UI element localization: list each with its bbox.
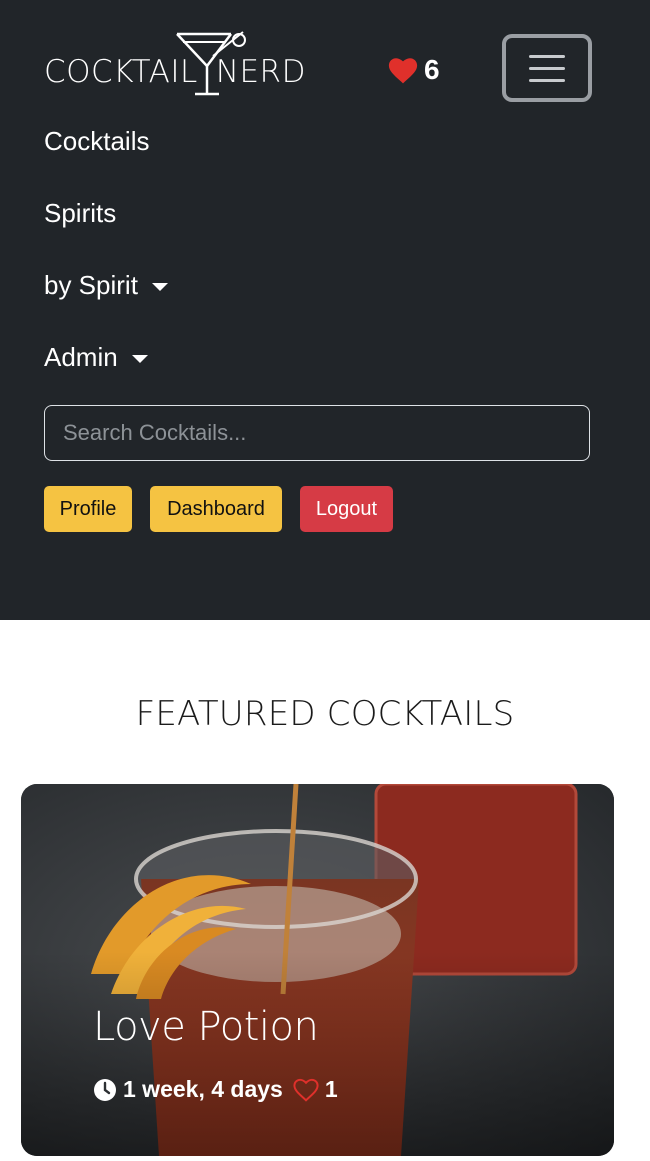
favorites-count: 6: [424, 54, 440, 85]
nav-item-by-spirit-dropdown[interactable]: by Spirit: [44, 270, 168, 301]
nav-item-cocktails[interactable]: Cocktails: [44, 126, 149, 157]
nav-item-spirits[interactable]: Spirits: [44, 198, 116, 229]
logout-button[interactable]: Logout: [300, 486, 393, 532]
dashboard-button[interactable]: Dashboard: [150, 486, 282, 532]
section-title: FEATURED COCKTAILS: [135, 694, 515, 734]
menu-toggle-button[interactable]: [502, 34, 592, 102]
brand-logo[interactable]: COCKTAIL NERD: [44, 30, 314, 100]
featured-cocktail-card[interactable]: Love Potion 1 week, 4 days 1: [21, 784, 614, 1156]
clock-icon: [94, 1078, 116, 1101]
search-input[interactable]: [44, 405, 590, 461]
caret-down-icon: [131, 354, 148, 363]
like-count: 1: [324, 1076, 338, 1102]
nav-label: by Spirit: [44, 270, 138, 300]
hamburger-line: [529, 78, 565, 82]
heart-outline-icon[interactable]: [293, 1078, 319, 1102]
hamburger-menu-icon: [529, 54, 565, 58]
card-meta: 1 week, 4 days 1: [93, 1076, 338, 1103]
cocktail-name: Love Potion: [93, 1004, 319, 1050]
profile-button[interactable]: Profile: [44, 486, 132, 532]
nav-label: Spirits: [44, 198, 117, 228]
posted-time: 1 week, 4 days: [123, 1076, 283, 1102]
favorites-counter[interactable]: 6: [388, 54, 440, 86]
brand-name: COCKTAIL NERD: [44, 54, 306, 90]
heart-icon: [388, 57, 418, 83]
nav-label: Admin: [44, 342, 118, 372]
navbar: COCKTAIL NERD 6 Cocktails Spirits by Spir…: [0, 0, 650, 620]
nav-item-admin-dropdown[interactable]: Admin: [44, 342, 148, 373]
nav-label: Cocktails: [44, 126, 150, 156]
caret-down-icon: [151, 282, 168, 291]
hamburger-line: [529, 66, 565, 70]
